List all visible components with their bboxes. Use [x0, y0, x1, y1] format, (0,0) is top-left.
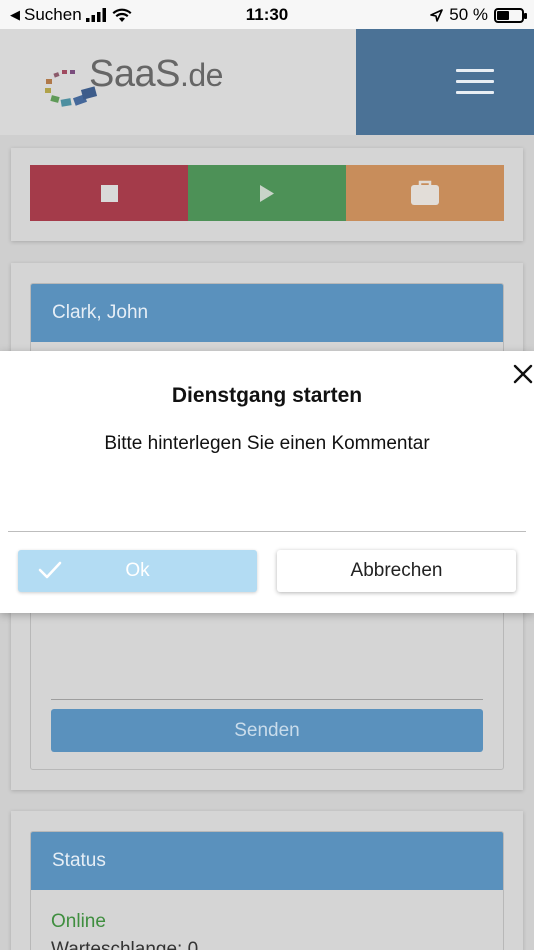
stop-icon [100, 184, 118, 202]
check-icon [38, 561, 62, 579]
cancel-button[interactable]: Abbrechen [277, 550, 516, 592]
cancel-label: Abbrechen [350, 560, 443, 581]
user-name-bar: Clark, John [31, 284, 503, 342]
dialog-message: Bitte hinterlegen Sie einen Kommentar [104, 433, 430, 454]
location-icon [430, 8, 444, 22]
comment-underline [51, 699, 483, 700]
hamburger-icon [456, 69, 494, 95]
stop-button[interactable] [30, 165, 188, 221]
queue-count: Warteschlange: 0 [51, 939, 199, 950]
control-card [11, 148, 523, 241]
briefcase-button[interactable] [346, 165, 504, 221]
menu-button[interactable] [356, 29, 534, 135]
ok-button[interactable]: Ok [18, 550, 257, 592]
status-bar: ◀ Suchen 11:30 50 % [0, 0, 534, 29]
battery-icon [494, 7, 527, 23]
send-button[interactable]: Senden [51, 709, 483, 752]
control-buttons [30, 165, 504, 221]
ok-label: Ok [125, 560, 150, 581]
app-header: SaaS.de [0, 29, 534, 135]
send-label: Senden [234, 719, 300, 741]
online-status: Online [51, 911, 106, 932]
status-card: Status Online Warteschlange: 0 [11, 811, 523, 950]
status-bar-title: Status [31, 832, 503, 890]
comment-input-underline[interactable] [8, 531, 526, 532]
close-icon[interactable] [512, 363, 534, 385]
dialog-title: Dienstgang starten [171, 384, 363, 407]
logo-text: SaaS.de [89, 53, 223, 95]
status-card-inner: Status Online Warteschlange: 0 [30, 831, 504, 950]
play-icon [260, 184, 274, 202]
play-button[interactable] [188, 165, 346, 221]
battery-percent: 50 % [449, 5, 488, 24]
saas-logo[interactable]: SaaS.de [44, 51, 224, 121]
user-name: Clark, John [52, 302, 149, 323]
status-title: Status [52, 850, 106, 871]
briefcase-icon [411, 180, 439, 205]
